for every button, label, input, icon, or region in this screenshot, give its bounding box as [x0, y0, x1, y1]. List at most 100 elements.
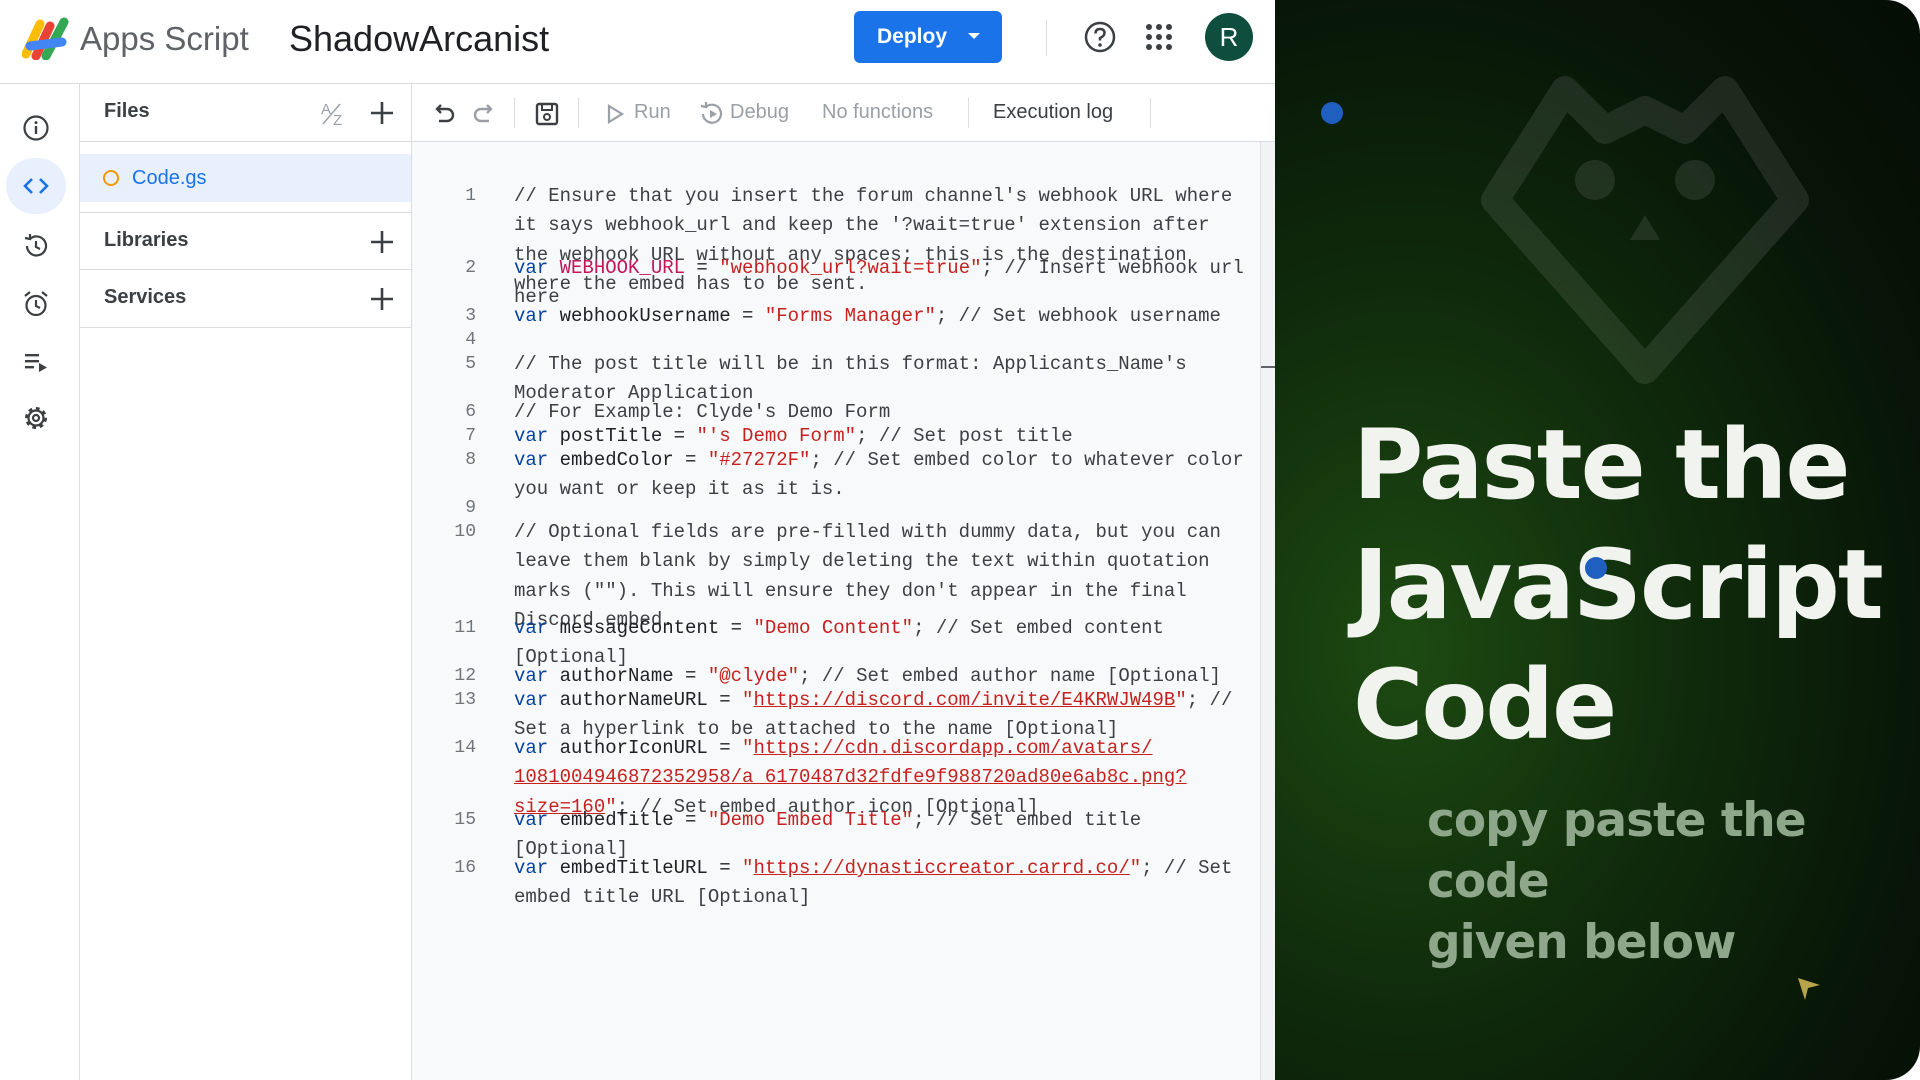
history-icon	[24, 234, 48, 257]
line-number: 16	[454, 858, 476, 878]
code-token: // The post title will be in this format…	[514, 353, 1187, 405]
file-item-code-gs[interactable]: Code.gs	[80, 154, 411, 202]
libraries-title: Libraries	[104, 229, 189, 251]
services-title: Services	[104, 286, 187, 308]
blue-dot-marker	[1321, 102, 1343, 124]
code-token: "Demo Content"	[753, 617, 914, 639]
scroll-position-marker	[1261, 366, 1275, 368]
overlay-subtitle: copy paste the code given below	[1427, 790, 1897, 973]
code-link[interactable]: https://dynasticcreator.carrd.co/	[753, 857, 1129, 879]
side-navigation-rail	[0, 84, 80, 1080]
function-selector[interactable]: No functions	[822, 101, 933, 124]
header-divider	[1046, 20, 1047, 56]
code-token: var	[514, 689, 560, 711]
files-header: Files A Z	[80, 84, 411, 142]
rail-editor[interactable]	[6, 158, 66, 214]
code-token: var	[514, 305, 560, 327]
project-name[interactable]: ShadowArcanist	[289, 18, 549, 60]
add-file-icon[interactable]	[368, 99, 396, 127]
code-token: authorIconURL =	[559, 737, 743, 759]
code-token: var	[514, 737, 560, 759]
redo-icon[interactable]	[470, 100, 498, 128]
undo-icon[interactable]	[430, 100, 458, 128]
editor-scrollbar[interactable]	[1260, 142, 1275, 1080]
editor-toolbar: Run Debug No functions Execution log	[412, 84, 1275, 142]
code-token: postTitle =	[559, 425, 697, 447]
caret-down-icon	[968, 33, 980, 39]
unsaved-dot-icon	[103, 170, 119, 186]
code-token: ; // Set embed author name [Optional]	[799, 665, 1221, 687]
code-token: "Forms Manager"	[764, 305, 936, 327]
execution-log-button[interactable]: Execution log	[993, 101, 1113, 124]
toolbar-divider	[968, 98, 969, 128]
debug-icon[interactable]	[698, 100, 726, 128]
code-token: ; // Set webhook username	[935, 305, 1221, 327]
settings-icon	[25, 407, 47, 429]
account-avatar[interactable]: R	[1205, 13, 1253, 61]
line-number: 15	[454, 810, 476, 830]
deploy-button[interactable]: Deploy	[854, 11, 1002, 63]
code-icon	[23, 178, 49, 194]
code-editor[interactable]: 1// Ensure that you insert the forum cha…	[412, 142, 1260, 1080]
run-icon[interactable]	[604, 100, 626, 128]
code-token: embedColor =	[559, 449, 708, 471]
code-link[interactable]: https://discord.com/invite/E4KRWJW49B	[753, 689, 1175, 711]
code-token: var	[514, 617, 560, 639]
code-token: "#27272F"	[707, 449, 811, 471]
line-number: 14	[454, 738, 476, 758]
executions-icon	[25, 354, 47, 372]
code-token: WEBHOOK_URL	[559, 257, 686, 279]
tutorial-overlay-panel: Paste the JavaScript Code copy paste the…	[1275, 0, 1920, 1080]
line-number: 5	[465, 354, 476, 374]
code-token: "	[742, 737, 754, 759]
run-button[interactable]: Run	[634, 101, 671, 124]
rail-triggers[interactable]	[14, 282, 58, 326]
rail-executions[interactable]	[14, 340, 58, 384]
code-token: authorName =	[559, 665, 708, 687]
sort-az-icon[interactable]: A Z	[320, 98, 352, 128]
add-library-icon[interactable]	[368, 228, 396, 256]
code-token: var	[514, 665, 560, 687]
svg-text:Z: Z	[333, 112, 342, 128]
code-token: webhookUsername =	[559, 305, 765, 327]
code-token: var	[514, 257, 560, 279]
code-token: "Demo Embed Title"	[707, 809, 914, 831]
subtitle-line: given below	[1427, 915, 1736, 970]
toolbar-divider	[578, 98, 579, 128]
toolbar-divider	[514, 98, 515, 128]
blue-dot-marker	[1585, 557, 1607, 579]
code-token: var	[514, 425, 560, 447]
libraries-section: Libraries	[80, 212, 411, 270]
add-service-icon[interactable]	[368, 285, 396, 313]
headline-line: Paste the	[1353, 409, 1850, 521]
code-token: "@clyde"	[707, 665, 800, 687]
files-panel: Files A Z Code.gs Libraries Services	[80, 84, 412, 1080]
mascot-watermark-icon	[1481, 76, 1809, 384]
code-token: var	[514, 857, 560, 879]
apps-grid-icon[interactable]	[1144, 22, 1174, 52]
code-token: ; // Set post title	[856, 425, 1073, 447]
code-line[interactable]: var embedTitleURL = "https://dynasticcre…	[514, 854, 1254, 913]
alarm-icon	[24, 291, 48, 317]
code-token: "webhook_url?wait=true"	[719, 257, 982, 279]
code-token: "'s Demo Form"	[696, 425, 857, 447]
services-section: Services	[80, 270, 411, 328]
save-icon[interactable]	[533, 100, 561, 128]
code-token: "	[1175, 689, 1187, 711]
rail-project-settings[interactable]	[14, 396, 58, 440]
overlay-headline: Paste the JavaScript Code	[1353, 405, 1893, 765]
deploy-label: Deploy	[877, 25, 948, 48]
help-icon[interactable]	[1083, 20, 1117, 54]
code-token: authorNameURL =	[559, 689, 743, 711]
code-token: messageContent =	[559, 617, 754, 639]
top-bar: Apps Script ShadowArcanist Deploy R	[0, 0, 1275, 84]
code-line[interactable]: var embedColor = "#27272F"; // Set embed…	[514, 446, 1254, 505]
rail-overview[interactable]	[14, 106, 58, 150]
code-token: var	[514, 809, 560, 831]
rail-project-history[interactable]	[14, 224, 58, 268]
code-line[interactable]: var webhookUsername = "Forms Manager"; /…	[514, 302, 1254, 331]
line-number: 10	[454, 522, 476, 542]
file-name: Code.gs	[132, 167, 207, 189]
line-number: 8	[465, 450, 476, 470]
debug-button[interactable]: Debug	[730, 101, 789, 124]
